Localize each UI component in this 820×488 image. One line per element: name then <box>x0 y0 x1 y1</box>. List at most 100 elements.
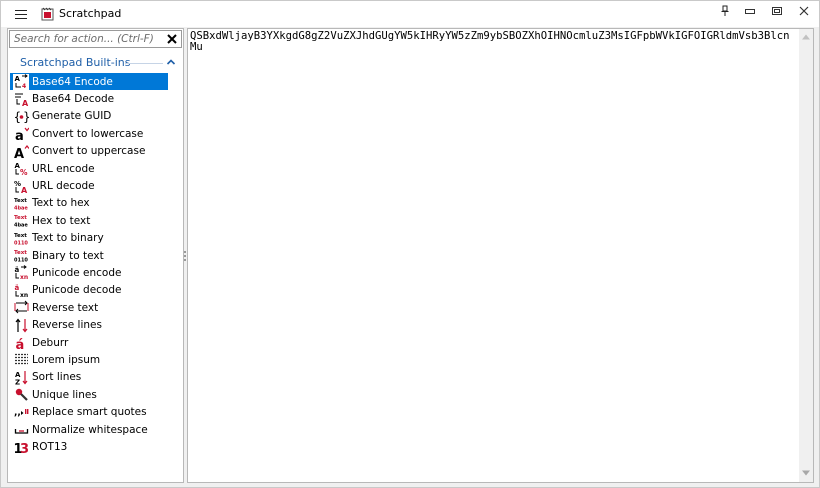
action-label: Replace smart quotes <box>32 406 147 419</box>
action-label: Normalize whitespace <box>32 423 148 436</box>
base64-encode-icon: A4 <box>13 73 29 90</box>
action-deburr[interactable]: á Deburr <box>10 334 168 351</box>
scroll-up-arrow-icon[interactable] <box>802 34 810 40</box>
svg-text:ä: ä <box>14 266 19 274</box>
maximize-icon <box>772 7 782 15</box>
action-hex-to-text[interactable]: Text 4bae Hex to text <box>10 212 168 229</box>
lorem-ipsum-icon <box>13 352 29 368</box>
maximize-button[interactable] <box>767 5 787 23</box>
action-unique-lines[interactable]: Unique lines <box>10 386 168 403</box>
clear-search-icon[interactable] <box>166 33 178 45</box>
sort-az-icon: AZ <box>13 369 29 385</box>
scroll-down-arrow-icon[interactable] <box>802 470 810 476</box>
action-label: URL encode <box>32 162 95 175</box>
action-label: ROT13 <box>32 440 68 453</box>
svg-text:Text: Text <box>14 215 27 221</box>
actions-list: A4 Base64 Encode A Base64 Decode {} Gene… <box>10 73 168 456</box>
action-label: Unique lines <box>32 388 97 401</box>
action-text-to-binary[interactable]: Text 0110 Text to binary <box>10 230 168 247</box>
svg-text:4: 4 <box>22 83 26 89</box>
action-base64-decode[interactable]: A Base64 Decode <box>10 90 168 107</box>
svg-text:%: % <box>14 180 21 188</box>
action-url-decode[interactable]: % A URL decode <box>10 177 168 194</box>
action-punycode-encode[interactable]: ä xn Punicode encode <box>10 264 168 281</box>
svg-text:a: a <box>15 129 24 141</box>
scratchpad-app-icon <box>41 7 54 21</box>
pin-icon <box>721 5 729 16</box>
action-normalize-whitespace[interactable]: Normalize whitespace <box>10 421 168 438</box>
title-bar: Scratchpad <box>1 1 819 27</box>
smart-quotes-icon: ,, <box>13 404 29 420</box>
action-url-encode[interactable]: A% URL encode <box>10 160 168 177</box>
svg-text:0110: 0110 <box>14 258 28 264</box>
action-label: Reverse text <box>32 301 99 314</box>
svg-text:xn: xn <box>20 274 28 280</box>
base64-decode-icon: A <box>13 91 29 107</box>
uppercase-a-icon: A <box>13 143 29 159</box>
deburr-accent-icon: á <box>13 335 29 351</box>
hamburger-menu-icon[interactable] <box>15 10 27 19</box>
punycode-encode-icon: ä xn <box>13 265 29 281</box>
panel-splitter-handle[interactable] <box>183 251 186 263</box>
svg-text:4bae: 4bae <box>14 223 28 229</box>
svg-text:%: % <box>20 168 28 176</box>
pin-button[interactable] <box>715 5 735 23</box>
action-uppercase[interactable]: A Convert to uppercase <box>10 143 168 160</box>
action-label: Punicode encode <box>32 266 122 279</box>
url-decode-icon: % A <box>13 178 29 194</box>
action-replace-smart-quotes[interactable]: ,, Replace smart quotes <box>10 403 168 420</box>
hex-to-text-icon: Text 4bae <box>13 213 29 229</box>
action-base64-encode[interactable]: A4 Base64 Encode <box>10 73 168 91</box>
close-button[interactable] <box>794 5 814 23</box>
search-input[interactable] <box>10 31 164 47</box>
svg-text:Text: Text <box>14 233 27 239</box>
action-punycode-decode[interactable]: ä xn Punicode decode <box>10 282 168 299</box>
unique-lines-icon <box>13 387 29 403</box>
action-rot13[interactable]: 13 ROT13 <box>10 438 168 455</box>
group-divider <box>125 63 163 64</box>
minimize-button[interactable] <box>740 5 760 23</box>
svg-text:0110: 0110 <box>14 240 28 246</box>
svg-text:}: } <box>23 110 29 124</box>
svg-text:A: A <box>22 99 29 107</box>
action-reverse-text[interactable]: Reverse text <box>10 299 168 316</box>
action-sort-lines[interactable]: AZ Sort lines <box>10 369 168 386</box>
group-title: Scratchpad Built-ins <box>20 56 131 69</box>
whitespace-icon <box>13 422 29 438</box>
action-label: Convert to uppercase <box>32 145 146 158</box>
guid-braces-icon: {} <box>13 108 29 124</box>
action-reverse-lines[interactable]: Reverse lines <box>10 316 168 333</box>
chevron-up-icon[interactable] <box>166 58 176 66</box>
lowercase-a-icon: a <box>13 126 29 142</box>
reverse-text-icon <box>13 300 29 316</box>
action-text-to-hex[interactable]: Text 4bae Text to hex <box>10 195 168 212</box>
svg-text:xn: xn <box>20 292 28 298</box>
action-label: Deburr <box>32 336 69 349</box>
action-label: Base64 Decode <box>32 93 115 106</box>
editor-scrollbar[interactable] <box>799 29 813 482</box>
action-label: Reverse lines <box>32 319 102 332</box>
minimize-icon <box>745 9 755 14</box>
action-label: Text to binary <box>32 232 104 245</box>
svg-text:Z: Z <box>15 378 20 385</box>
action-label: Convert to lowercase <box>32 127 144 140</box>
punycode-decode-icon: ä xn <box>13 282 29 298</box>
action-generate-guid[interactable]: {} Generate GUID <box>10 108 168 125</box>
action-lowercase[interactable]: a Convert to lowercase <box>10 125 168 142</box>
text-editor[interactable]: QSBxdWljayB3YXkgdG8gZ2VuZXJhdGUgYW5kIHRy… <box>187 28 814 483</box>
editor-content[interactable]: QSBxdWljayB3YXkgdG8gZ2VuZXJhdGUgYW5kIHRy… <box>190 31 790 53</box>
svg-text:A: A <box>21 186 28 194</box>
svg-text:4bae: 4bae <box>14 205 28 211</box>
action-lorem-ipsum[interactable]: Lorem ipsum <box>10 351 168 368</box>
window-title: Scratchpad <box>59 7 122 20</box>
action-label: Generate GUID <box>32 110 112 123</box>
app-window: Scratchpad Search for action... (Ctrl-F)… <box>0 0 820 488</box>
close-icon <box>799 6 809 16</box>
builtins-group-header[interactable]: Scratchpad Built-ins <box>10 55 178 71</box>
svg-text:ä: ä <box>14 284 19 292</box>
reverse-lines-icon <box>13 317 29 333</box>
url-encode-icon: A% <box>13 161 29 177</box>
action-label: Hex to text <box>32 214 91 227</box>
action-binary-to-text[interactable]: Text 0110 Binary to text <box>10 247 168 264</box>
svg-text:á: á <box>15 338 24 350</box>
